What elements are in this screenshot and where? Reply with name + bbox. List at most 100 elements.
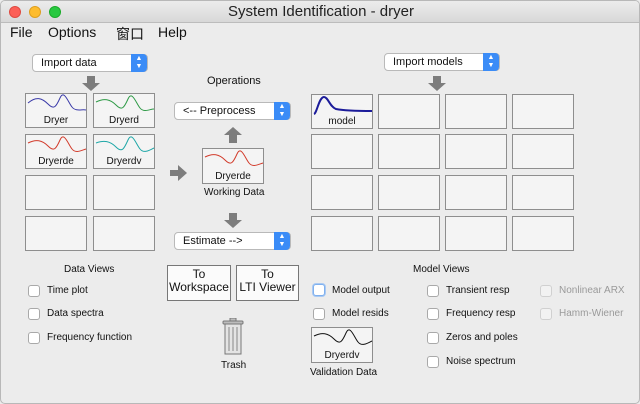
- trash-label: Trash: [221, 360, 247, 371]
- model-tile-empty[interactable]: [378, 94, 440, 129]
- dryerd-plot-icon: [95, 95, 155, 112]
- validation-data-tile[interactable]: Dryerdv: [311, 327, 373, 363]
- nonlinear-arx-label: Nonlinear ARX: [559, 285, 625, 296]
- app-window: System Identification - dryer File Optio…: [0, 0, 640, 404]
- preprocess-label: <-- Preprocess: [183, 105, 256, 117]
- noise-spectrum-label: Noise spectrum: [446, 356, 516, 367]
- menu-file[interactable]: File: [10, 24, 33, 40]
- data-spectra-label: Data spectra: [47, 308, 104, 319]
- working-data-caption: Working Data: [204, 187, 265, 198]
- data-tile-label: Dryer: [43, 115, 69, 126]
- dryerde-plot-icon: [27, 136, 87, 152]
- hamm-wiener-checkbox[interactable]: [540, 308, 552, 320]
- close-window-button[interactable]: [9, 6, 21, 18]
- dryer-plot-icon: [27, 94, 87, 111]
- validation-data-plot-icon: [313, 329, 373, 345]
- data-spectra-checkbox[interactable]: [28, 308, 40, 320]
- time-plot-label: Time plot: [47, 285, 88, 296]
- model-tile-empty[interactable]: [512, 134, 574, 169]
- import-data-label: Import data: [41, 57, 97, 69]
- model-tile-empty[interactable]: [512, 175, 574, 210]
- down-arrow-icon: [428, 76, 446, 91]
- zeros-poles-checkbox[interactable]: [427, 332, 439, 344]
- window-title: System Identification - dryer: [228, 3, 414, 20]
- down-arrow-icon: [82, 76, 100, 91]
- model-tile-empty[interactable]: [378, 216, 440, 251]
- chevron-updown-icon: ▲ ▼: [131, 54, 147, 72]
- estimate-select[interactable]: Estimate --> ▲ ▼: [174, 232, 291, 250]
- to-lti-viewer-button[interactable]: To LTI Viewer: [236, 265, 299, 301]
- right-arrow-icon: [170, 165, 187, 181]
- model-tile-empty[interactable]: [311, 216, 373, 251]
- working-data-plot-icon: [204, 150, 264, 166]
- working-data-name: Dryerde: [215, 171, 251, 182]
- model-tile-empty[interactable]: [512, 94, 574, 129]
- working-data-tile[interactable]: Dryerde: [202, 148, 264, 184]
- data-tile-dryerdv[interactable]: Dryerdv: [93, 134, 155, 169]
- zoom-window-button[interactable]: [49, 6, 61, 18]
- preprocess-select[interactable]: <-- Preprocess ▲ ▼: [174, 102, 291, 120]
- zeros-poles-label: Zeros and poles: [446, 332, 518, 343]
- transient-resp-label: Transient resp: [446, 285, 510, 296]
- model-tile-label: model: [328, 116, 356, 127]
- data-views-title: Data Views: [64, 264, 115, 275]
- menu-options[interactable]: Options: [48, 24, 96, 40]
- nonlinear-arx-checkbox[interactable]: [540, 285, 552, 297]
- data-tile-label: Dryerd: [108, 115, 139, 126]
- chevron-updown-icon: ▲ ▼: [274, 232, 290, 250]
- to-workspace-button[interactable]: To Workspace: [167, 265, 231, 301]
- chevron-updown-icon: ▲ ▼: [274, 102, 290, 120]
- title-bar: System Identification - dryer: [1, 1, 639, 23]
- validation-data-caption: Validation Data: [310, 367, 378, 378]
- frequency-resp-checkbox[interactable]: [427, 308, 439, 320]
- import-data-select[interactable]: Import data ▲ ▼: [32, 54, 148, 72]
- data-tile-dryer[interactable]: Dryer: [25, 93, 87, 128]
- model-tile-model[interactable]: model: [311, 94, 373, 129]
- operations-title: Operations: [207, 75, 261, 87]
- transient-resp-checkbox[interactable]: [427, 285, 439, 297]
- up-arrow-icon: [224, 127, 242, 143]
- model-tile-empty[interactable]: [512, 216, 574, 251]
- data-tile-dryerde[interactable]: Dryerde: [25, 134, 87, 169]
- frequency-function-checkbox[interactable]: [28, 332, 40, 344]
- model-tile-empty[interactable]: [445, 94, 507, 129]
- model-resids-label: Model resids: [332, 308, 389, 319]
- model-output-label: Model output: [332, 285, 390, 296]
- model-tile-empty[interactable]: [378, 134, 440, 169]
- model-tile-empty[interactable]: [378, 175, 440, 210]
- dryerdv-plot-icon: [95, 136, 155, 152]
- frequency-resp-label: Frequency resp: [446, 308, 516, 319]
- menu-help[interactable]: Help: [158, 24, 187, 40]
- import-models-select[interactable]: Import models ▲ ▼: [384, 53, 500, 71]
- validation-data-name: Dryerdv: [324, 350, 360, 361]
- model-tile-empty[interactable]: [311, 134, 373, 169]
- model-resids-checkbox[interactable]: [313, 308, 325, 320]
- frequency-function-label: Frequency function: [47, 332, 133, 343]
- menu-bar: File Options 窗口 Help: [1, 23, 639, 44]
- model-tile-empty[interactable]: [445, 134, 507, 169]
- estimate-label: Estimate -->: [183, 235, 243, 247]
- data-tile-label: Dryerdv: [106, 156, 142, 167]
- trash-icon[interactable]: [221, 318, 245, 356]
- data-tile-empty[interactable]: [25, 175, 87, 210]
- import-models-label: Import models: [393, 56, 463, 68]
- to-workspace-line2: Workspace: [169, 280, 229, 294]
- data-tile-empty[interactable]: [25, 216, 87, 251]
- model-tile-empty[interactable]: [445, 175, 507, 210]
- data-tile-label: Dryerde: [38, 156, 74, 167]
- model-output-checkbox[interactable]: [313, 284, 325, 296]
- model-tile-empty[interactable]: [311, 175, 373, 210]
- data-tile-empty[interactable]: [93, 175, 155, 210]
- model-tile-empty[interactable]: [445, 216, 507, 251]
- chevron-updown-icon: ▲ ▼: [483, 53, 499, 71]
- minimize-window-button[interactable]: [29, 6, 41, 18]
- time-plot-checkbox[interactable]: [28, 285, 40, 297]
- data-tile-dryerd[interactable]: Dryerd: [93, 93, 155, 128]
- data-tile-empty[interactable]: [93, 216, 155, 251]
- model-views-title: Model Views: [413, 264, 470, 275]
- to-lti-line2: LTI Viewer: [239, 280, 296, 294]
- down-arrow-icon: [224, 213, 242, 228]
- hamm-wiener-label: Hamm-Wiener: [559, 308, 624, 319]
- menu-window[interactable]: 窗口: [116, 24, 144, 44]
- noise-spectrum-checkbox[interactable]: [427, 356, 439, 368]
